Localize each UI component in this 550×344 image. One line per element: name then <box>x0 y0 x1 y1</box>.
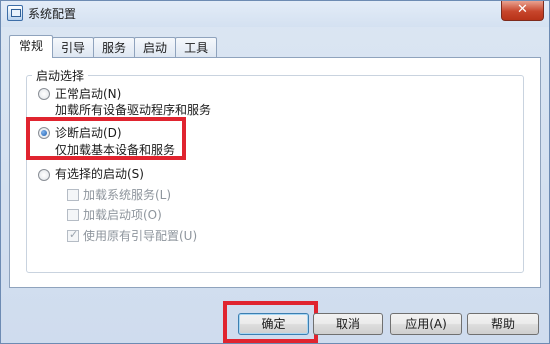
use-original-boot-config-label: 使用原有引导配置(U) <box>83 229 198 243</box>
tab-startup[interactable]: 启动 <box>134 37 177 58</box>
help-button[interactable]: 帮助 <box>467 313 539 335</box>
tab-tools[interactable]: 工具 <box>175 37 218 58</box>
load-system-services-checkbox[interactable] <box>67 189 79 201</box>
use-original-boot-config-checkbox[interactable] <box>67 228 79 242</box>
selective-startup-label[interactable]: 有选择的启动(S) <box>55 165 144 182</box>
load-startup-items-label: 加载启动项(O) <box>83 208 162 222</box>
diagnostic-highlight-box <box>26 117 186 160</box>
tab-boot[interactable]: 引导 <box>52 37 95 58</box>
window-title: 系统配置 <box>28 7 77 21</box>
load-startup-items-checkbox[interactable] <box>67 209 79 221</box>
group-title: 启动选择 <box>32 67 89 84</box>
normal-startup-desc: 加载所有设备驱动程序和服务 <box>55 103 212 117</box>
app-icon <box>7 5 23 21</box>
apply-button[interactable]: 应用(A) <box>390 313 462 335</box>
cancel-button[interactable]: 取消 <box>313 313 383 335</box>
close-button[interactable]: ✕ <box>501 1 544 21</box>
tab-general[interactable]: 常规 <box>9 35 54 58</box>
title-bar: 系统配置 ✕ <box>1 1 549 27</box>
ok-highlight-box <box>223 301 318 343</box>
tab-bar: 常规 引导 服务 启动 工具 <box>9 35 218 58</box>
load-system-services-label: 加载系统服务(L) <box>83 188 172 202</box>
tab-services[interactable]: 服务 <box>93 37 136 58</box>
selective-startup-radio[interactable] <box>38 169 50 181</box>
system-config-window: 系统配置 ✕ 常规 引导 服务 启动 工具 启动选择 正常启动(N) 加载所有设… <box>0 0 550 344</box>
normal-startup-radio[interactable] <box>38 88 50 100</box>
normal-startup-label[interactable]: 正常启动(N) <box>55 85 121 102</box>
